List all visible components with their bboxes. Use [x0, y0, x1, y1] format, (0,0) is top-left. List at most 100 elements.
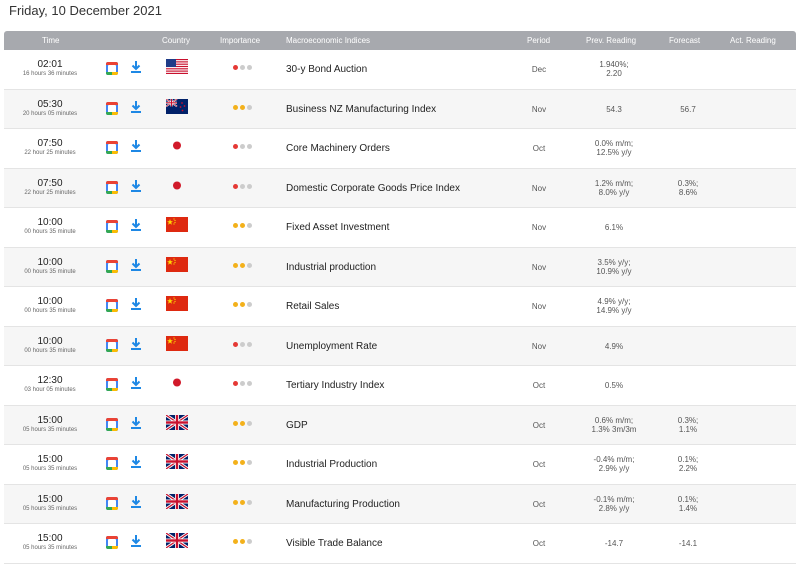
download-icon[interactable] — [130, 534, 142, 548]
indicator-name[interactable]: Business NZ Manufacturing Index — [286, 104, 436, 115]
prev-reading: 4.9% y/y; 14.9% y/y — [579, 297, 649, 315]
table-row[interactable]: 05:30 20 hours 05 minutes Business NZ Manu… — [4, 89, 796, 129]
indicator-name[interactable]: Visible Trade Balance — [286, 538, 383, 549]
indicator-name[interactable]: GDP — [286, 420, 308, 431]
table-row[interactable]: 02:01 16 hours 36 minutes 30-y Bond Auctio… — [4, 50, 796, 90]
col-header-period[interactable]: Period — [527, 36, 550, 45]
flag-jp-icon — [166, 178, 188, 193]
forecast-line: -14.1 — [678, 539, 698, 548]
download-icon[interactable] — [130, 337, 142, 351]
google-calendar-icon[interactable] — [106, 457, 118, 470]
importance-dot — [240, 183, 245, 189]
importance-dot — [240, 262, 245, 268]
importance-indicator — [233, 460, 252, 465]
table-row[interactable]: 10:00 00 hours 35 minute Retail Sales Nov 4.… — [4, 287, 796, 327]
prev-reading-line: -0.4% m/m; — [593, 455, 635, 464]
col-header-country[interactable]: Country — [162, 36, 190, 45]
flag-cn-icon — [166, 256, 188, 272]
table-row[interactable]: 12:30 03 hour 05 minutes Tertiary Industry… — [4, 366, 796, 406]
col-header-indicator[interactable]: Macroeconomic Indices — [286, 36, 370, 45]
importance-dot — [233, 381, 238, 386]
event-countdown: 05 hours 35 minutes — [22, 426, 78, 433]
prev-reading: -0.4% m/m; 2.9% y/y — [579, 455, 649, 473]
table-row[interactable]: 07:50 22 hour 25 minutes Domestic Corporat… — [4, 168, 796, 208]
indicator-name[interactable]: Retail Sales — [286, 301, 339, 312]
google-calendar-icon[interactable] — [106, 259, 118, 273]
flag-cn-icon — [166, 217, 188, 232]
google-calendar-icon[interactable] — [106, 220, 118, 233]
event-time: 12:30 — [37, 375, 63, 386]
col-header-prev[interactable]: Prev. Reading — [586, 36, 636, 45]
time-cell: 07:50 22 hour 25 minutes — [4, 178, 96, 197]
time-cell: 10:00 00 hours 35 minute — [4, 336, 96, 355]
forecast-line: 0.3%; — [677, 415, 699, 425]
importance-dot — [247, 223, 252, 228]
prev-reading: 0.0% m/m; 12.5% y/y — [579, 139, 649, 157]
prev-reading-line: 4.9% y/y; — [597, 297, 631, 306]
indicator-name[interactable]: Core Machinery Orders — [286, 143, 390, 154]
table-row[interactable]: 10:00 00 hours 35 minute Unemployment Rate… — [4, 326, 796, 366]
economic-calendar-table: Time Country Importance Macroeconomic In… — [4, 31, 796, 564]
col-header-importance[interactable]: Importance — [220, 36, 260, 45]
download-icon[interactable] — [130, 416, 142, 430]
importance-indicator — [233, 341, 252, 347]
indicator-name[interactable]: Tertiary Industry Index — [286, 380, 384, 391]
table-row[interactable]: 15:00 05 hours 35 minutes Visible Trade Ba… — [4, 524, 796, 564]
indicator-name[interactable]: Manufacturing Production — [286, 499, 400, 510]
col-header-forecast[interactable]: Forecast — [669, 36, 700, 45]
prev-reading: 4.9% — [579, 342, 649, 351]
table-row[interactable]: 15:00 05 hours 35 minutes Industrial Produ… — [4, 445, 796, 485]
importance-dot — [233, 302, 238, 307]
download-icon[interactable] — [130, 100, 142, 114]
download-icon[interactable] — [130, 495, 142, 509]
importance-indicator — [233, 499, 252, 505]
indicator-name[interactable]: Industrial Production — [286, 459, 377, 470]
indicator-name[interactable]: Industrial production — [286, 262, 376, 273]
forecast: 56.7 — [658, 105, 718, 114]
download-icon[interactable] — [130, 258, 142, 272]
prev-reading-line: 1.2% m/m; — [594, 178, 634, 188]
flag-cn-icon — [166, 296, 188, 311]
download-icon[interactable] — [130, 139, 142, 153]
google-calendar-icon[interactable] — [106, 417, 118, 431]
prev-reading: -0.1% m/m; 2.8% y/y — [579, 495, 649, 513]
indicator-name[interactable]: 30-y Bond Auction — [286, 64, 367, 75]
download-icon[interactable] — [130, 376, 142, 390]
col-header-actual[interactable]: Act. Reading — [730, 36, 776, 45]
importance-dot — [233, 65, 238, 70]
table-row[interactable]: 15:00 05 hours 35 minutes Manufacturing Pr… — [4, 484, 796, 524]
importance-dot — [233, 183, 238, 189]
table-row[interactable]: 15:00 05 hours 35 minutes GDP Oct 0.6% m/m; 1… — [4, 405, 796, 445]
google-calendar-icon[interactable] — [106, 496, 118, 510]
download-icon[interactable] — [130, 297, 142, 311]
google-calendar-icon[interactable] — [106, 101, 118, 115]
google-calendar-icon[interactable] — [106, 62, 118, 75]
col-header-time[interactable]: Time — [42, 36, 59, 45]
google-calendar-icon[interactable] — [106, 338, 118, 352]
forecast: 0.3%; 8.6% — [658, 179, 718, 197]
download-icon[interactable] — [130, 218, 142, 232]
indicator-name[interactable]: Unemployment Rate — [286, 341, 377, 352]
google-calendar-icon[interactable] — [106, 536, 118, 549]
download-icon[interactable] — [130, 179, 142, 193]
importance-dot — [247, 65, 252, 70]
period: Nov — [531, 341, 547, 351]
google-calendar-icon[interactable] — [106, 299, 118, 312]
table-row[interactable]: 10:00 00 hours 35 minute Industrial produc… — [4, 247, 796, 287]
period: Oct — [532, 144, 546, 153]
prev-reading: -14.7 — [579, 539, 649, 548]
download-icon[interactable] — [130, 60, 142, 74]
importance-dot — [240, 104, 245, 110]
indicator-name[interactable]: Fixed Asset Investment — [286, 222, 389, 233]
indicator-name[interactable]: Domestic Corporate Goods Price Index — [286, 183, 460, 194]
table-row[interactable]: 07:50 22 hour 25 minutes Core Machinery Or… — [4, 129, 796, 169]
period: Nov — [531, 262, 547, 272]
importance-dot — [240, 65, 245, 70]
google-calendar-icon[interactable] — [106, 378, 118, 391]
google-calendar-icon[interactable] — [106, 141, 118, 154]
table-row[interactable]: 10:00 00 hours 35 minute Fixed Asset Inves… — [4, 208, 796, 248]
prev-reading: 0.6% m/m; 1.3% 3m/3m — [579, 416, 649, 434]
google-calendar-icon[interactable] — [106, 180, 118, 194]
download-icon[interactable] — [130, 455, 142, 469]
forecast-line: 8.6% — [678, 187, 698, 197]
